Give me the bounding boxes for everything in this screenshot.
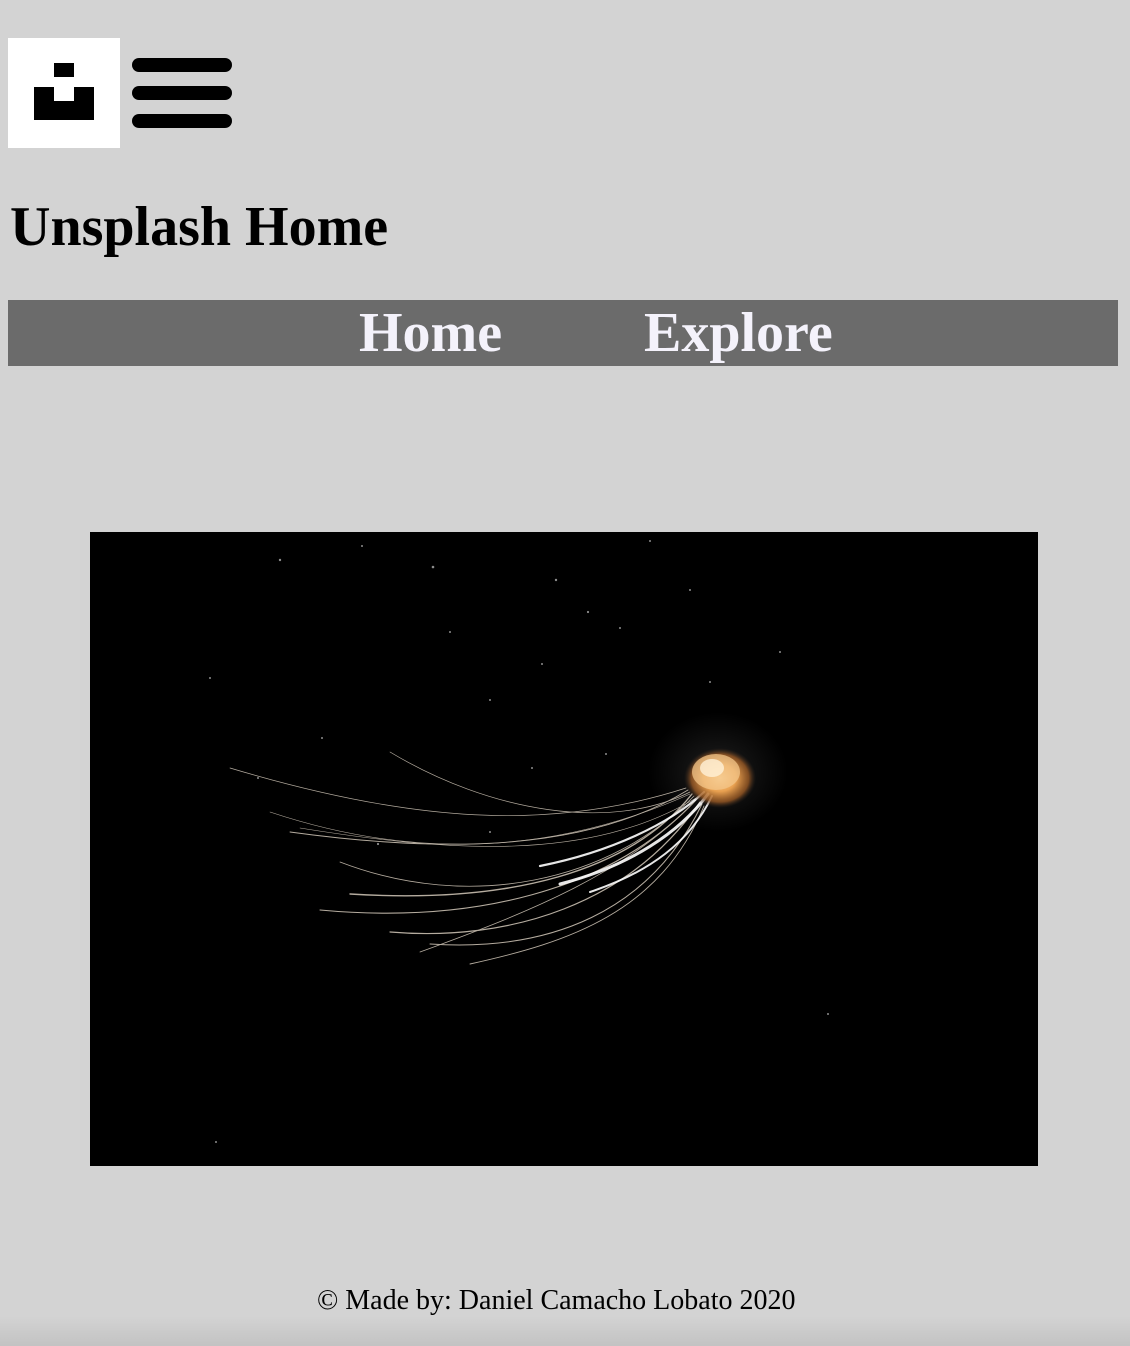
site-header [8, 38, 232, 148]
bottom-shadow [0, 1316, 1130, 1346]
footer-credit: © Made by: Daniel Camacho Lobato 2020 [317, 1285, 796, 1316]
nav-link-explore[interactable]: Explore [644, 300, 833, 366]
main-nav: Home Explore [8, 300, 1118, 366]
hamburger-menu-icon[interactable] [132, 58, 232, 128]
nav-link-home[interactable]: Home [359, 300, 502, 366]
unsplash-logo-icon[interactable] [8, 38, 120, 148]
jellyfish-photo [90, 532, 1038, 1166]
page-title: Unsplash Home [10, 196, 389, 258]
